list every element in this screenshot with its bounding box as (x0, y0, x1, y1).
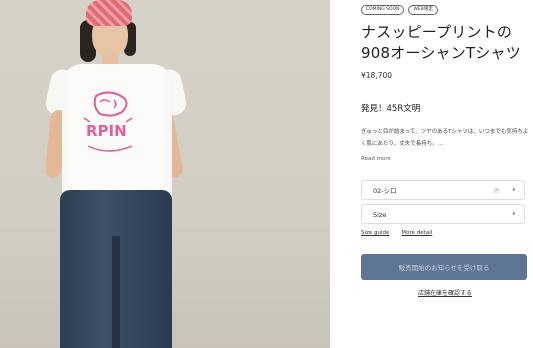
product-description: ぎゅっと目が詰まって、ツヤのあるTシャツは、いつまでも気持ちよく肌にあたり、丈夫… (361, 129, 529, 147)
chevron-down-icon: ▾ (512, 212, 515, 217)
jeans-legs-gap (112, 236, 120, 348)
badge-coming-soon: COMING SOON (361, 5, 405, 15)
size-select[interactable]: Size ▾ (361, 204, 525, 224)
badge-web-only: WEB限定 (408, 5, 438, 15)
product-price: ¥18,700 (361, 71, 393, 80)
product-photo: RPIN (0, 0, 330, 348)
info-links: Size guide More detail (361, 230, 432, 236)
color-select-value: 02-シロ (373, 187, 397, 195)
size-select-value: Size (373, 211, 387, 219)
read-more-link[interactable]: Read more (361, 156, 391, 162)
notify-sale-button[interactable]: 販売開始のお知らせを受け取る (361, 254, 527, 280)
product-title: ナスッピープリントの908オーシャンTシャツ (361, 23, 521, 62)
clear-icon[interactable]: × (493, 187, 500, 194)
size-guide-link[interactable]: Size guide (361, 230, 389, 236)
product-subhead: 発見！45R文明 (361, 104, 421, 114)
badge-row: COMING SOON WEB限定 (361, 5, 438, 15)
color-select[interactable]: 02-シロ × ▾ (361, 180, 525, 200)
shirt-print-text: RPIN (86, 122, 127, 140)
shirt-print-graphic: RPIN (83, 91, 133, 152)
chevron-down-icon: ▾ (512, 188, 515, 193)
store-stock-link[interactable]: 店舗在庫を確認する (418, 288, 472, 297)
model-bandana (86, 0, 132, 26)
more-detail-link[interactable]: More detail (401, 230, 432, 236)
